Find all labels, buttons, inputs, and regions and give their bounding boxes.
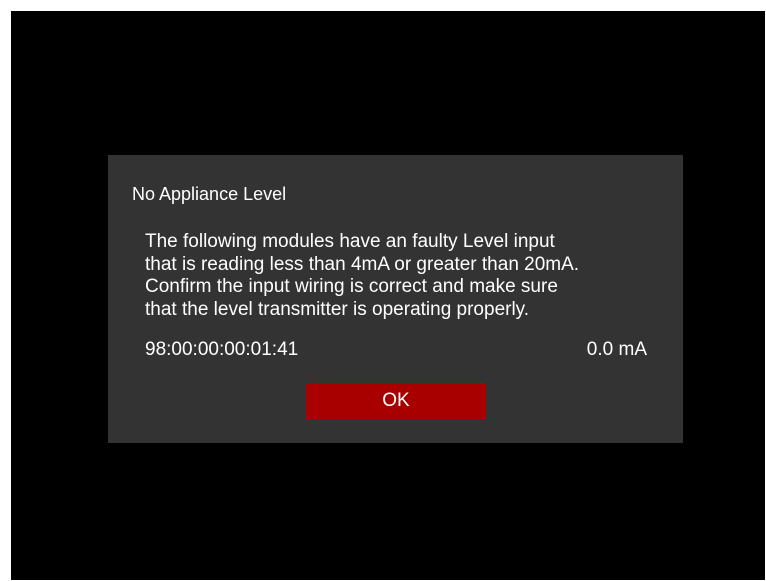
- dialog-title: No Appliance Level: [132, 184, 287, 204]
- alert-dialog: No Appliance Level The following modules…: [108, 155, 683, 443]
- module-level-value: 0.0 mA: [586, 339, 647, 360]
- dialog-message: The following modules have an faulty Lev…: [145, 231, 665, 321]
- ok-button[interactable]: OK: [306, 383, 486, 419]
- message-line: that is reading less than 4mA or greater…: [145, 253, 580, 275]
- message-line: The following modules have an faulty Lev…: [145, 231, 555, 252]
- device-screen: No Appliance Level The following modules…: [11, 11, 765, 580]
- module-id: 98:00:00:00:01:41: [145, 339, 299, 360]
- message-line: Confirm the input wiring is correct and …: [145, 276, 558, 297]
- module-row: 98:00:00:00:01:41 0.0 mA: [145, 338, 647, 362]
- message-line: that the level transmitter is operating …: [145, 298, 530, 320]
